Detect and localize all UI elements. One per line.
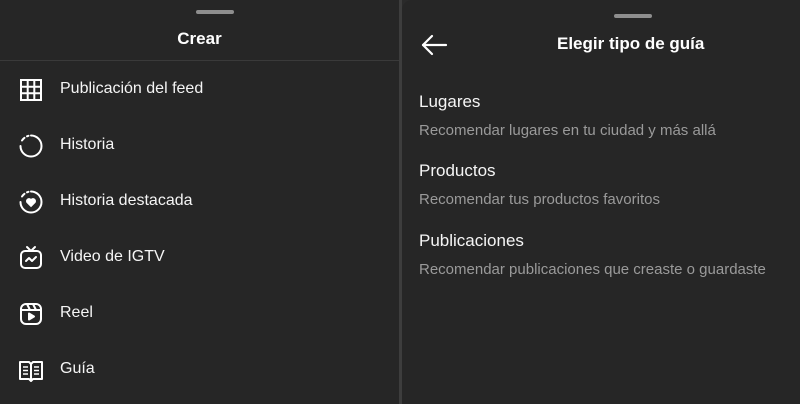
menu-item-reel[interactable]: Reel [0, 285, 399, 341]
sheet-grab-handle[interactable] [196, 10, 234, 14]
sheet-title: Crear [177, 29, 222, 48]
menu-item-feed-post[interactable]: Publicación del feed [0, 61, 399, 117]
sheet-grab-handle[interactable] [614, 14, 652, 18]
option-description: Recomendar publicaciones que creaste o g… [419, 261, 766, 278]
menu-item-label: Historia destacada [60, 192, 193, 209]
guide-option-products[interactable]: Productos Recomendar tus productos favor… [419, 161, 794, 208]
guide-book-icon [18, 357, 44, 383]
menu-item-igtv[interactable]: Video de IGTV [0, 229, 399, 285]
option-title: Publicaciones [419, 231, 524, 250]
sheet-title: Elegir tipo de guía [557, 34, 705, 53]
option-title: Productos [419, 161, 496, 180]
arrow-left-icon [420, 34, 448, 62]
grid-icon [18, 77, 44, 103]
guide-type-sheet: Elegir tipo de guía Lugares Recomendar l… [402, 0, 800, 404]
igtv-icon [18, 245, 44, 271]
menu-item-story[interactable]: Historia [0, 117, 399, 173]
menu-item-label: Historia [60, 136, 115, 153]
guide-option-places[interactable]: Lugares Recomendar lugares en tu ciudad … [419, 92, 794, 139]
menu-item-highlight[interactable]: Historia destacada [0, 173, 399, 229]
reel-icon [18, 301, 44, 327]
option-description: Recomendar lugares en tu ciudad y más al… [419, 122, 716, 139]
menu-item-label: Reel [60, 304, 93, 321]
menu-item-label: Video de IGTV [60, 248, 165, 265]
highlight-heart-icon [18, 189, 44, 215]
option-description: Recomendar tus productos favoritos [419, 191, 660, 208]
story-ring-icon [18, 133, 44, 159]
menu-item-label: Publicación del feed [60, 80, 204, 97]
back-button[interactable] [420, 32, 448, 58]
guide-option-posts[interactable]: Publicaciones Recomendar publicaciones q… [419, 231, 794, 278]
option-title: Lugares [419, 92, 481, 111]
create-sheet: Crear Publicación del feed Historia Hist… [0, 0, 399, 404]
menu-item-label: Guía [60, 360, 95, 377]
menu-item-guide[interactable]: Guía [0, 341, 399, 397]
